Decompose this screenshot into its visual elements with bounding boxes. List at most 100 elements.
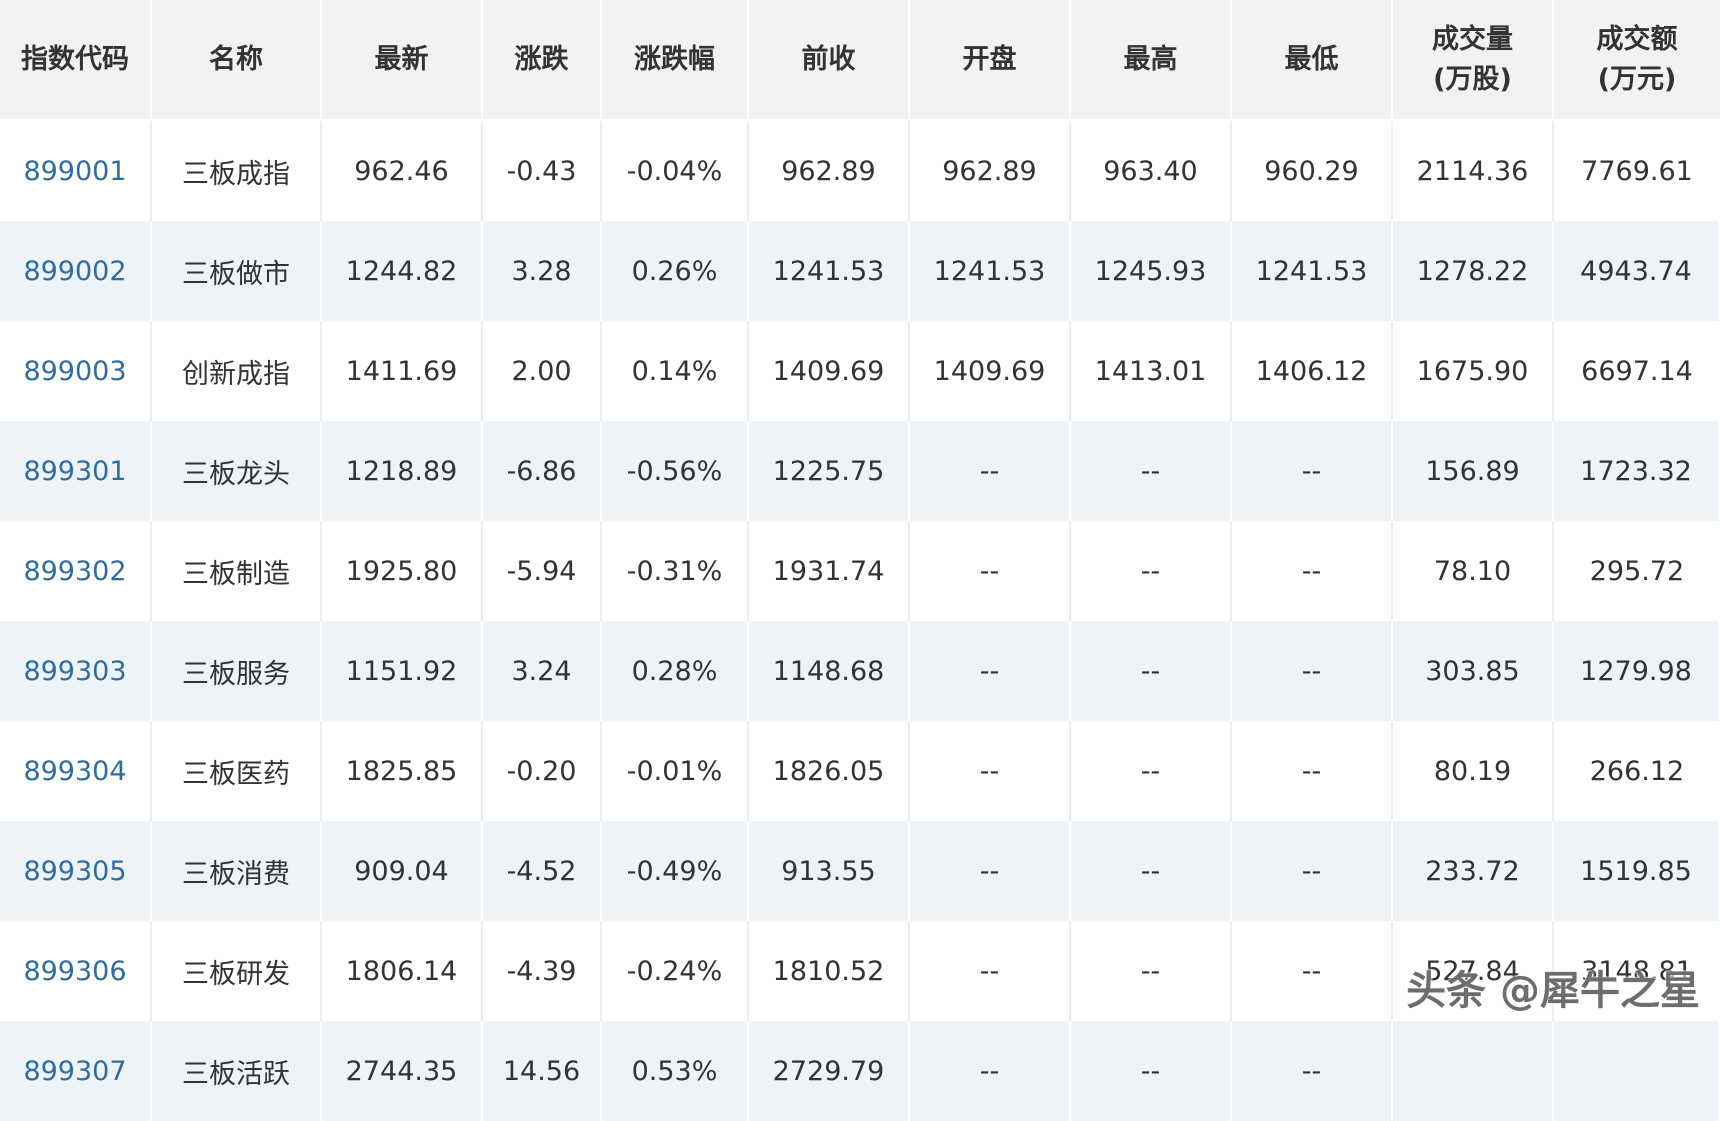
cell-high: -- <box>1071 921 1232 1021</box>
table-row[interactable]: 899304 三板医药 1825.85 -0.20 -0.01% 1826.05 -- -- -… <box>0 721 1720 821</box>
cell-prev-close: 1810.52 <box>749 921 910 1021</box>
cell-change-pct: 0.26% <box>602 221 749 321</box>
index-code-link[interactable]: 899001 <box>23 156 126 187</box>
cell-latest: 1244.82 <box>322 221 483 321</box>
cell-code: 899303 <box>0 621 152 721</box>
cell-code: 899306 <box>0 921 152 1021</box>
cell-latest: 1806.14 <box>322 921 483 1021</box>
index-code-link[interactable]: 899003 <box>23 356 126 387</box>
cell-amount: 1279.98 <box>1554 621 1720 721</box>
cell-open: -- <box>910 421 1071 521</box>
cell-volume: 1675.90 <box>1393 321 1554 421</box>
cell-open: -- <box>910 921 1071 1021</box>
cell-name: 三板活跃 <box>152 1021 322 1121</box>
cell-code: 899302 <box>0 521 152 621</box>
header-prev-close[interactable]: 前收 <box>749 0 910 121</box>
cell-open: -- <box>910 621 1071 721</box>
table-row[interactable]: 899307 三板活跃 2744.35 14.56 0.53% 2729.79 -- -- -- <box>0 1021 1720 1121</box>
cell-latest: 1825.85 <box>322 721 483 821</box>
cell-amount: 295.72 <box>1554 521 1720 621</box>
table-row[interactable]: 899303 三板服务 1151.92 3.24 0.28% 1148.68 -- -- -- 3… <box>0 621 1720 721</box>
cell-change: 2.00 <box>483 321 602 421</box>
header-volume[interactable]: 成交量 (万股) <box>1393 0 1554 121</box>
cell-prev-close: 1241.53 <box>749 221 910 321</box>
cell-low: -- <box>1232 921 1393 1021</box>
cell-code: 899304 <box>0 721 152 821</box>
index-code-link[interactable]: 899307 <box>23 1056 126 1087</box>
cell-name: 三板医药 <box>152 721 322 821</box>
cell-high: -- <box>1071 1021 1232 1121</box>
cell-change-pct: 0.28% <box>602 621 749 721</box>
header-low[interactable]: 最低 <box>1232 0 1393 121</box>
index-code-link[interactable]: 899002 <box>23 256 126 287</box>
cell-low: 960.29 <box>1232 121 1393 221</box>
table-row[interactable]: 899301 三板龙头 1218.89 -6.86 -0.56% 1225.75 -- -- -… <box>0 421 1720 521</box>
cell-amount: 1723.32 <box>1554 421 1720 521</box>
cell-name: 三板制造 <box>152 521 322 621</box>
cell-code: 899003 <box>0 321 152 421</box>
cell-name: 三板消费 <box>152 821 322 921</box>
cell-prev-close: 1148.68 <box>749 621 910 721</box>
cell-latest: 962.46 <box>322 121 483 221</box>
cell-high: -- <box>1071 521 1232 621</box>
cell-name: 三板研发 <box>152 921 322 1021</box>
header-change-pct[interactable]: 涨跌幅 <box>602 0 749 121</box>
table-row[interactable]: 899001 三板成指 962.46 -0.43 -0.04% 962.89 962.89 9… <box>0 121 1720 221</box>
cell-change-pct: -0.31% <box>602 521 749 621</box>
header-volume-unit: (万股) <box>1433 63 1512 95</box>
cell-change: 3.24 <box>483 621 602 721</box>
cell-change-pct: -0.56% <box>602 421 749 521</box>
cell-latest: 1218.89 <box>322 421 483 521</box>
cell-amount: 7769.61 <box>1554 121 1720 221</box>
header-name[interactable]: 名称 <box>152 0 322 121</box>
cell-prev-close: 913.55 <box>749 821 910 921</box>
cell-open: -- <box>910 821 1071 921</box>
cell-amount: 266.12 <box>1554 721 1720 821</box>
cell-change-pct: -0.24% <box>602 921 749 1021</box>
index-quote-table: 指数代码 名称 最新 涨跌 涨跌幅 前收 开盘 最高 最低 成交量 (万股) 成… <box>0 0 1720 1121</box>
index-code-link[interactable]: 899303 <box>23 656 126 687</box>
cell-open: -- <box>910 1021 1071 1121</box>
watermark: 头条 @犀牛之星 <box>1406 968 1700 1014</box>
cell-latest: 1151.92 <box>322 621 483 721</box>
table-row[interactable]: 899302 三板制造 1925.80 -5.94 -0.31% 1931.74 -- -- -… <box>0 521 1720 621</box>
cell-change: -0.43 <box>483 121 602 221</box>
header-latest[interactable]: 最新 <box>322 0 483 121</box>
table-row[interactable]: 899003 创新成指 1411.69 2.00 0.14% 1409.69 1409.69… <box>0 321 1720 421</box>
index-code-link[interactable]: 899306 <box>23 956 126 987</box>
table-row[interactable]: 899305 三板消费 909.04 -4.52 -0.49% 913.55 -- -- -- 2… <box>0 821 1720 921</box>
cell-code: 899305 <box>0 821 152 921</box>
header-change[interactable]: 涨跌 <box>483 0 602 121</box>
cell-name: 三板做市 <box>152 221 322 321</box>
header-code[interactable]: 指数代码 <box>0 0 152 121</box>
cell-low: -- <box>1232 1021 1393 1121</box>
header-high[interactable]: 最高 <box>1071 0 1232 121</box>
cell-high: 963.40 <box>1071 121 1232 221</box>
cell-change: -4.52 <box>483 821 602 921</box>
header-amount[interactable]: 成交额 (万元) <box>1554 0 1720 121</box>
cell-change-pct: 0.14% <box>602 321 749 421</box>
cell-change: -0.20 <box>483 721 602 821</box>
cell-latest: 2744.35 <box>322 1021 483 1121</box>
cell-prev-close: 1931.74 <box>749 521 910 621</box>
cell-prev-close: 1409.69 <box>749 321 910 421</box>
index-code-link[interactable]: 899301 <box>23 456 126 487</box>
cell-low: -- <box>1232 721 1393 821</box>
index-code-link[interactable]: 899302 <box>23 556 126 587</box>
header-amount-label: 成交额 <box>1596 23 1678 55</box>
cell-latest: 1925.80 <box>322 521 483 621</box>
cell-volume: 80.19 <box>1393 721 1554 821</box>
cell-name: 三板服务 <box>152 621 322 721</box>
cell-volume <box>1393 1021 1554 1121</box>
index-code-link[interactable]: 899305 <box>23 856 126 887</box>
cell-prev-close: 1826.05 <box>749 721 910 821</box>
cell-volume: 233.72 <box>1393 821 1554 921</box>
index-code-link[interactable]: 899304 <box>23 756 126 787</box>
cell-volume: 1278.22 <box>1393 221 1554 321</box>
header-open[interactable]: 开盘 <box>910 0 1071 121</box>
table-row[interactable]: 899002 三板做市 1244.82 3.28 0.26% 1241.53 1241.53… <box>0 221 1720 321</box>
cell-open: 1409.69 <box>910 321 1071 421</box>
cell-change: 14.56 <box>483 1021 602 1121</box>
cell-low: -- <box>1232 521 1393 621</box>
header-amount-unit: (万元) <box>1597 63 1677 95</box>
